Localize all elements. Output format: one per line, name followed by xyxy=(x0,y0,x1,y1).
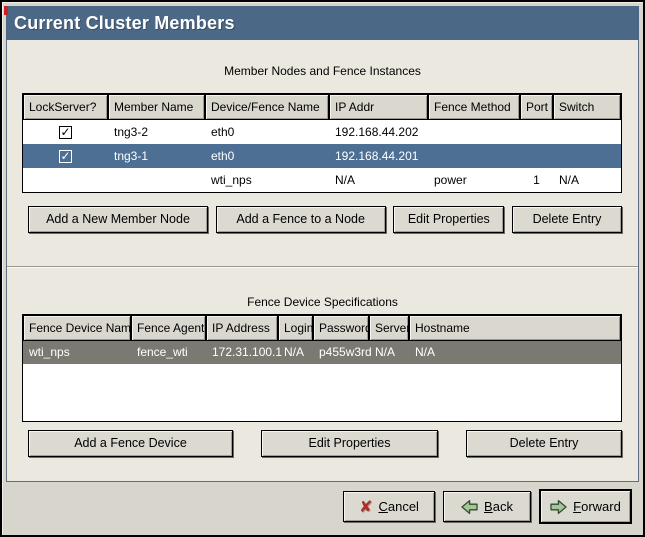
column-header-server[interactable]: Server xyxy=(369,315,409,341)
dialog-title-bar: Current Cluster Members xyxy=(6,6,639,40)
forward-button-label: Forward xyxy=(573,499,621,514)
lockserver-checkbox[interactable]: ✓ xyxy=(59,150,72,163)
column-header-hostname[interactable]: Hostname xyxy=(409,315,621,341)
member-name-cell xyxy=(108,168,205,192)
ip-addr-cell: N/A xyxy=(329,168,428,192)
add-new-member-node-button[interactable]: Add a New Member Node xyxy=(28,206,208,233)
back-button-label: Back xyxy=(484,499,513,514)
device-fence-name-cell: wti_nps xyxy=(205,168,329,192)
forward-arrow-icon xyxy=(550,499,567,515)
column-header-port[interactable]: Port xyxy=(520,94,553,120)
column-header-ip-addr[interactable]: IP Addr xyxy=(329,94,428,120)
column-header-device-fence-name[interactable]: Device/Fence Name xyxy=(205,94,329,120)
port-cell xyxy=(520,144,553,168)
delete-fence-entry-button[interactable]: Delete Entry xyxy=(466,430,622,457)
password-cell: p455w3rd xyxy=(313,341,369,364)
page-title: Current Cluster Members xyxy=(14,13,235,33)
check-icon: ✓ xyxy=(60,151,70,162)
fence-device-name-cell: wti_nps xyxy=(23,341,131,364)
device-fence-name-cell: eth0 xyxy=(205,120,329,144)
fence-section-title: Fence Device Specifications xyxy=(7,295,638,310)
device-fence-name-cell: eth0 xyxy=(205,144,329,168)
member-table-body: ✓ tng3-2 eth0 192.168.44.202 ✓ tng3-1 et… xyxy=(23,120,621,192)
section-separator xyxy=(7,266,638,268)
fence-method-cell xyxy=(428,120,520,144)
port-cell xyxy=(520,120,553,144)
check-icon: ✓ xyxy=(60,127,70,138)
table-row-wti-nps-device-selected[interactable]: wti_nps fence_wti 172.31.100.1 N/A p455w… xyxy=(23,341,621,364)
member-name-cell: tng3-2 xyxy=(108,120,205,144)
wizard-page: Member Nodes and Fence Instances LockSer… xyxy=(6,40,639,482)
back-button[interactable]: Back xyxy=(443,491,531,522)
forward-button[interactable]: Forward xyxy=(539,489,632,524)
cancel-x-icon: ✘ xyxy=(359,499,372,515)
column-header-fence-method[interactable]: Fence Method xyxy=(428,94,520,120)
server-cell: N/A xyxy=(369,341,409,364)
column-header-login[interactable]: Login xyxy=(278,315,313,341)
lockserver-checkbox[interactable]: ✓ xyxy=(59,126,72,139)
port-cell: 1 xyxy=(520,168,553,192)
cancel-button-label: Cancel xyxy=(378,499,418,514)
table-row-tng3-1-selected[interactable]: ✓ tng3-1 eth0 192.168.44.201 xyxy=(23,144,621,168)
fence-method-cell xyxy=(428,144,520,168)
member-section-title: Member Nodes and Fence Instances xyxy=(7,64,638,79)
switch-cell xyxy=(553,144,621,168)
lockserver-cell-empty xyxy=(23,168,108,192)
lockserver-cell: ✓ xyxy=(23,120,108,144)
hostname-cell: N/A xyxy=(409,341,621,364)
login-cell: N/A xyxy=(278,341,313,364)
edit-properties-button[interactable]: Edit Properties xyxy=(393,206,504,233)
window-decoration-artifact xyxy=(4,6,8,15)
lockserver-cell: ✓ xyxy=(23,144,108,168)
cancel-button[interactable]: ✘ Cancel xyxy=(343,491,435,522)
ip-addr-cell: 192.168.44.201 xyxy=(329,144,428,168)
column-header-ip-address[interactable]: IP Address xyxy=(206,315,278,341)
table-row-tng3-2[interactable]: ✓ tng3-2 eth0 192.168.44.202 xyxy=(23,120,621,144)
delete-entry-button[interactable]: Delete Entry xyxy=(512,206,622,233)
ip-address-cell: 172.31.100.1 xyxy=(206,341,278,364)
add-fence-device-button[interactable]: Add a Fence Device xyxy=(28,430,233,457)
member-table-header: LockServer? Member Name Device/Fence Nam… xyxy=(23,94,621,120)
back-arrow-icon xyxy=(461,499,478,515)
column-header-lockserver[interactable]: LockServer? xyxy=(23,94,108,120)
column-header-password[interactable]: Password xyxy=(313,315,369,341)
wizard-action-area: ✘ Cancel Back Forward xyxy=(6,482,639,531)
table-row-wti-nps-instance[interactable]: wti_nps N/A power 1 N/A xyxy=(23,168,621,192)
fence-agent-cell: fence_wti xyxy=(131,341,206,364)
fence-method-cell: power xyxy=(428,168,520,192)
column-header-fence-device-name[interactable]: Fence Device Name xyxy=(23,315,131,341)
switch-cell xyxy=(553,120,621,144)
fence-table-body: wti_nps fence_wti 172.31.100.1 N/A p455w… xyxy=(23,341,621,421)
dialog-window: Current Cluster Members Member Nodes and… xyxy=(0,0,645,537)
edit-fence-properties-button[interactable]: Edit Properties xyxy=(261,430,438,457)
fence-buttons-row: Add a Fence Device Edit Properties Delet… xyxy=(28,430,622,457)
fence-devices-table: Fence Device Name Fence Agent IP Address… xyxy=(22,314,622,422)
fence-table-header: Fence Device Name Fence Agent IP Address… xyxy=(23,315,621,341)
ip-addr-cell: 192.168.44.202 xyxy=(329,120,428,144)
member-buttons-row: Add a New Member Node Add a Fence to a N… xyxy=(28,206,622,233)
switch-cell: N/A xyxy=(553,168,621,192)
add-fence-to-node-button[interactable]: Add a Fence to a Node xyxy=(216,206,386,233)
member-nodes-table: LockServer? Member Name Device/Fence Nam… xyxy=(22,93,622,193)
member-name-cell: tng3-1 xyxy=(108,144,205,168)
column-header-fence-agent[interactable]: Fence Agent xyxy=(131,315,206,341)
column-header-switch[interactable]: Switch xyxy=(553,94,621,120)
column-header-member-name[interactable]: Member Name xyxy=(108,94,205,120)
